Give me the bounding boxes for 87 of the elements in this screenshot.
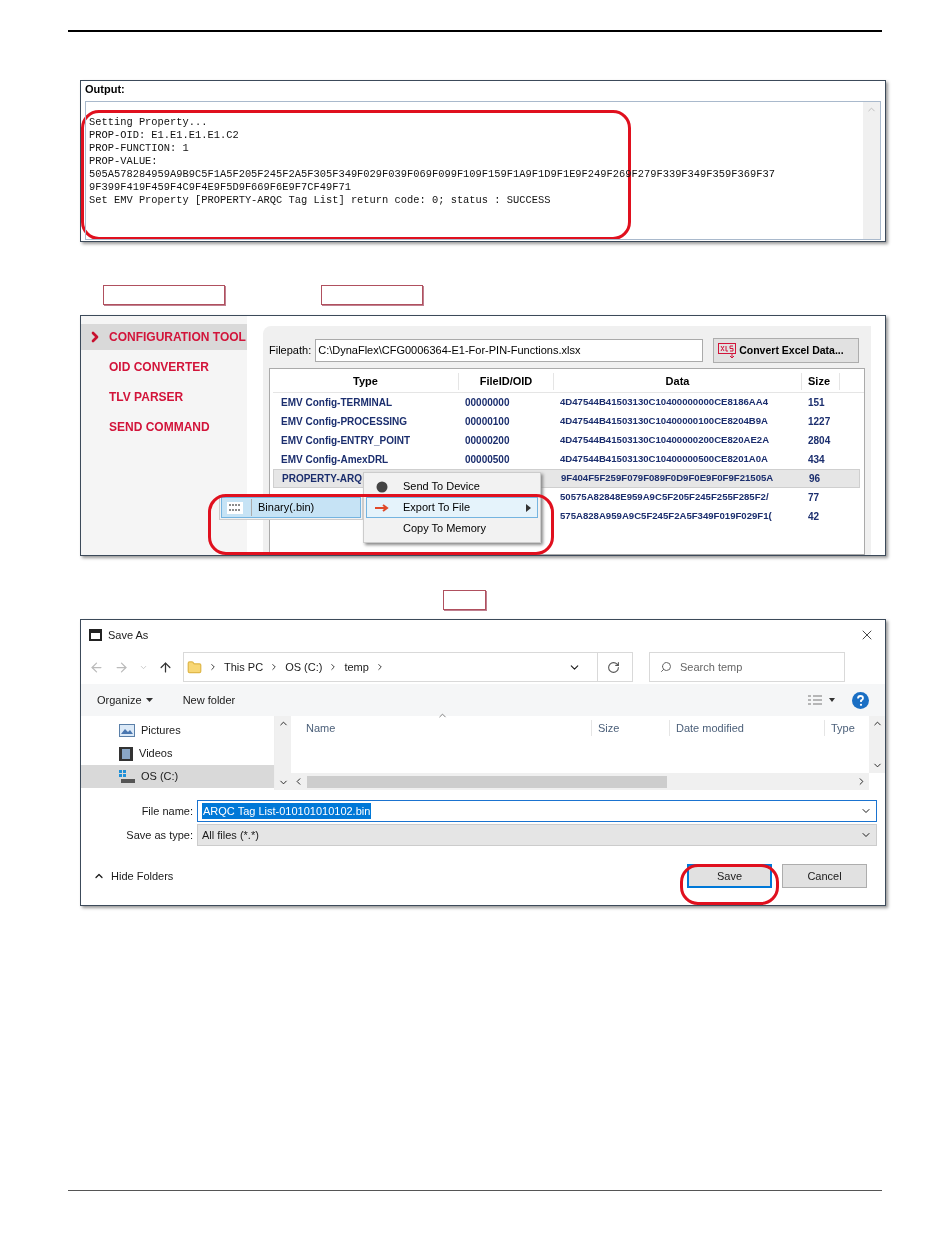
file-type-select[interactable]: All files (*.*) — [197, 824, 877, 846]
window-icon — [89, 629, 102, 641]
table-row[interactable]: EMV Config-ENTRY_POINT 00000200 4D47544B41503130C10400000200CE820AE2A 2804 — [273, 431, 860, 450]
menu-item[interactable]: Copy To Memory — [366, 518, 538, 539]
drive-icon — [119, 769, 135, 784]
column-header[interactable]: Type — [831, 721, 855, 734]
menu-item[interactable]: Binary(.bin) — [221, 497, 361, 518]
table-row[interactable]: EMV Config-AmexDRL 00000500 4D47544B41503130C10400000500CE8201A0A 434 — [273, 450, 860, 469]
table-cell: 9F404F5F259F079F089F0D9F0E9F0F9F21505A — [561, 472, 774, 484]
menu-item[interactable]: Export To File — [366, 497, 538, 518]
table-cell: 42 — [808, 511, 820, 522]
column-header[interactable]: Data — [554, 373, 802, 390]
search-field[interactable]: Search temp — [649, 652, 845, 682]
search-icon — [660, 661, 672, 673]
device-icon — [376, 480, 388, 493]
folder-icon — [187, 659, 202, 675]
field-label: File name: — [140, 803, 194, 819]
column-header[interactable]: Date modified — [676, 721, 744, 734]
column-header[interactable]: FileID/OID — [459, 373, 554, 390]
convert-button[interactable]: Convert Excel Data... — [713, 338, 860, 363]
breadcrumb[interactable]: OS (C:) — [285, 658, 323, 676]
refresh-icon[interactable] — [607, 660, 620, 674]
table-row[interactable]: EMV Config-TERMINAL 00000000 4D47544B41503130C10400000000CE8186AA4 151 — [273, 393, 860, 412]
field-label: Save as type: — [125, 827, 194, 843]
address-bar[interactable]: This PC OS (C:) temp — [183, 652, 633, 682]
scrollbar-thumb[interactable] — [307, 775, 667, 788]
breadcrumb[interactable]: This PC — [224, 658, 264, 676]
output-line: PROP-VALUE: — [89, 155, 158, 168]
toolbar-button[interactable]: Organize — [97, 691, 153, 709]
output-line: PROP-FUNCTION: 1 — [89, 142, 189, 155]
dialog-button[interactable]: Cancel — [782, 864, 867, 888]
output-line: Setting Property... — [89, 116, 208, 129]
nav-item[interactable]: Pictures — [81, 719, 274, 742]
picture-icon — [119, 724, 135, 737]
table-cell: 4D47544B41503130C10400000200CE820AE2A — [560, 434, 770, 446]
filepath-field[interactable]: C:\DynaFlex\CFG0006364-E1-For-PIN-Functions.xlsx — [315, 339, 704, 362]
column-header[interactable]: Name — [306, 719, 336, 737]
table-cell: 4D47544B41503130C10400000500CE8201A0A — [560, 453, 769, 465]
nav-item[interactable]: Videos — [81, 742, 274, 765]
table-cell: 50575A82848E959A9C5F205F245F255F285F2/ — [560, 491, 769, 503]
table-cell: 00000100 — [465, 416, 510, 427]
column-header[interactable]: Type — [273, 373, 459, 390]
panel-title: Output: — [84, 82, 126, 97]
help-icon[interactable] — [852, 691, 869, 709]
table-cell: EMV Config-AmexDRL — [281, 454, 389, 465]
table-cell: 96 — [809, 473, 821, 484]
breadcrumb[interactable]: temp — [344, 658, 369, 676]
output-line: Set EMV Property [PROPERTY-ARQC Tag List] return code: 0; status : SUCCESS — [89, 194, 551, 207]
spreadsheet-icon — [718, 342, 737, 359]
table-cell: 434 — [808, 454, 825, 465]
table-cell: PROPERTY-ARQ — [282, 473, 362, 484]
output-line: PROP-OID: E1.E1.E1.E1.C2 — [89, 129, 239, 142]
view-options-icon[interactable] — [808, 695, 836, 705]
sidebar-item[interactable]: SEND COMMAND — [81, 414, 247, 440]
table-cell: 151 — [808, 397, 825, 408]
file-name-field[interactable]: ARQC Tag List-010101010102.bin — [197, 800, 877, 822]
scrollbar[interactable] — [863, 102, 880, 239]
arrow-icon — [375, 503, 389, 512]
table-cell: 575A828A959A9C5F245F2A5F349F019F029F1( — [560, 510, 772, 522]
table-cell: 00000500 — [465, 454, 510, 465]
output-line: 9F399F419F459F4C9F4E9F5D9F669F6E9F7CF49F71 — [89, 181, 351, 194]
table-cell: 1227 — [808, 416, 831, 427]
sidebar-item[interactable]: OID CONVERTER — [81, 354, 247, 380]
filepath-label: Filepath: — [269, 343, 312, 359]
table-cell: 00000200 — [465, 435, 510, 446]
table-cell: 77 — [808, 492, 820, 503]
table-cell: EMV Config-ENTRY_POINT — [281, 435, 411, 446]
toolbar-button[interactable]: New folder — [182, 691, 236, 709]
hide-folders-button[interactable]: Hide Folders — [111, 867, 174, 885]
table-cell: EMV Config-PROCESSING — [281, 416, 408, 427]
table-cell: 00000000 — [465, 397, 510, 408]
table-row[interactable]: EMV Config-PROCESSING 00000100 4D47544B41503130C10400000100CE8204B9A 1227 — [273, 412, 860, 431]
sidebar-item[interactable]: CONFIGURATION TOOL — [81, 324, 247, 350]
window-title: Save As — [108, 627, 149, 643]
column-header[interactable]: Size — [802, 373, 840, 390]
column-header[interactable]: Size — [598, 721, 620, 734]
chevron-icon — [208, 662, 218, 672]
nav-item[interactable]: OS (C:) — [81, 765, 274, 788]
up-icon[interactable] — [158, 659, 173, 675]
sidebar-item[interactable]: TLV PARSER — [81, 384, 247, 410]
film-icon — [119, 746, 133, 761]
binary-icon — [227, 501, 243, 514]
table-cell: EMV Config-TERMINAL — [281, 397, 393, 408]
table-cell: 4D47544B41503130C10400000000CE8186AA4 — [560, 396, 769, 408]
table-cell: 4D47544B41503130C10400000100CE8204B9A — [560, 415, 769, 427]
table-cell: 2804 — [808, 435, 831, 446]
empty-label-box — [443, 590, 486, 610]
